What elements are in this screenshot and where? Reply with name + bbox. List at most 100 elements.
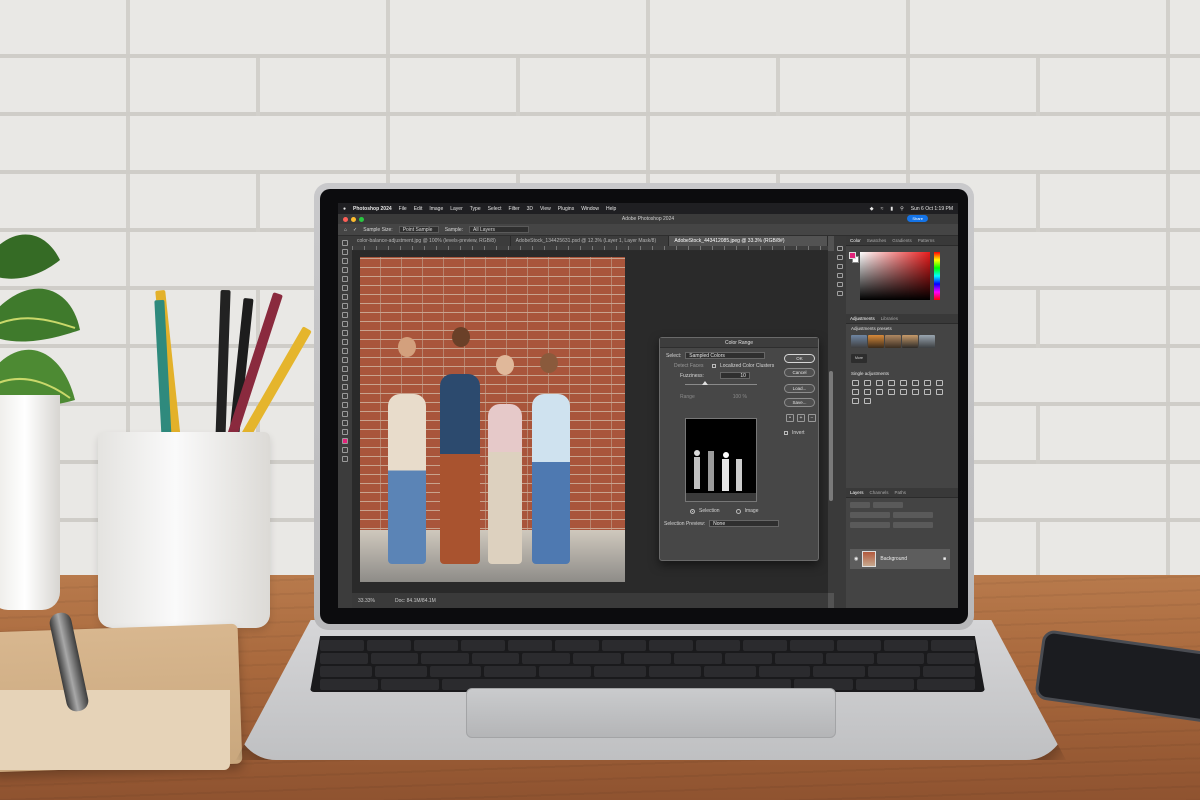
search-icon[interactable]: ⚲ [900,206,904,212]
layer-kind-filter[interactable] [850,502,870,508]
eraser-tool-icon[interactable] [342,339,348,345]
menu-layer[interactable]: Layer [450,206,463,212]
type-tool-icon[interactable] [342,384,348,390]
more-presets-button[interactable]: More [851,354,867,363]
load-button[interactable]: Load... [784,384,815,393]
color-lookup-icon[interactable] [876,389,883,395]
menu-file[interactable]: File [399,206,407,212]
layer-filter-icons[interactable] [873,502,903,508]
menu-window[interactable]: Window [581,206,599,212]
fuzziness-input[interactable]: 10 [719,372,750,379]
tab-color[interactable]: Color [850,238,861,243]
eyedropper-minus-icon[interactable]: − [808,414,816,422]
move-tool-icon[interactable] [342,240,348,246]
tab-layers[interactable]: Layers [850,490,864,495]
hue-slider[interactable] [934,252,940,300]
preset-thumbnail[interactable] [919,335,935,348]
menu-image[interactable]: Image [429,206,443,212]
dropbox-icon[interactable]: ◆ [870,206,874,212]
path-select-icon[interactable] [342,393,348,399]
menu-type[interactable]: Type [470,206,481,212]
solid-color-icon[interactable] [852,398,859,404]
doc-tab[interactable]: AdobeStock_134425631.psd @ 12.3% (Layer … [511,236,670,246]
preset-thumbnail[interactable] [868,335,884,348]
visibility-eye-icon[interactable]: ◉ [854,556,858,562]
save-button[interactable]: Save... [784,398,815,407]
document-photo[interactable] [360,257,625,582]
menubar-clock[interactable]: Sun 6 Oct 1:19 PM [911,206,953,212]
home-icon[interactable]: ⌂ [344,227,347,233]
frame-tool-icon[interactable] [342,285,348,291]
menu-view[interactable]: View [540,206,551,212]
apple-icon[interactable]: ● [343,206,346,212]
invert-icon[interactable] [888,389,895,395]
preset-thumbnail[interactable] [902,335,918,348]
tab-swatches[interactable]: Swatches [867,238,887,243]
layer-name[interactable]: Background [880,556,907,562]
tab-gradients[interactable]: Gradients [892,238,912,243]
screen-mode-icon[interactable] [342,456,348,462]
zoom-tool-icon[interactable] [342,420,348,426]
marquee-tool-icon[interactable] [342,249,348,255]
dodge-tool-icon[interactable] [342,366,348,372]
image-radio[interactable] [735,508,741,514]
photo-filter-icon[interactable] [852,389,859,395]
blend-mode-select[interactable] [850,512,890,518]
ok-button[interactable]: OK [784,354,815,363]
history-brush-icon[interactable] [342,330,348,336]
lasso-tool-icon[interactable] [342,258,348,264]
brush-panel-icon[interactable] [837,264,843,269]
tab-adjustments[interactable]: Adjustments [850,316,875,321]
gradient-tool-icon[interactable] [342,348,348,354]
black-white-icon[interactable] [936,380,943,386]
cancel-button[interactable]: Cancel [784,368,815,377]
selection-radio[interactable] [690,508,695,514]
eyedropper-plus-icon[interactable]: + [797,414,805,422]
shape-tool-icon[interactable] [342,402,348,408]
fill-field[interactable] [893,522,933,528]
exposure-icon[interactable] [888,380,895,386]
fuzziness-slider-thumb[interactable] [702,381,708,385]
lock-icon[interactable]: ■ [943,556,946,562]
quick-mask-icon[interactable] [342,447,348,453]
eyedropper-icon[interactable] [342,294,348,300]
opacity-field[interactable] [893,512,933,518]
preset-thumbnail[interactable] [851,335,867,348]
properties-panel-icon[interactable] [837,255,843,260]
doc-tab[interactable]: color-balance-adjustment.jpg @ 100% (lev… [352,236,511,246]
hand-tool-icon[interactable] [342,411,348,417]
sample-size-select[interactable]: Point Sample [398,226,439,233]
character-panel-icon[interactable] [837,273,843,278]
eyedropper-icon[interactable]: • [786,414,794,422]
pen-tool-icon[interactable] [342,375,348,381]
gradient-fill-icon[interactable] [864,398,871,404]
invert-checkbox[interactable] [784,431,788,435]
tab-patterns[interactable]: Patterns [918,238,935,243]
selection-preview-select[interactable]: None [709,520,780,527]
share-button[interactable]: Share [907,215,928,222]
preset-thumbnail[interactable] [885,335,901,348]
menu-select[interactable]: Select [488,206,502,212]
brightness-contrast-icon[interactable] [852,380,859,386]
tab-paths[interactable]: Paths [895,490,907,495]
app-menu[interactable]: Photoshop 2024 [353,206,392,212]
channel-mixer-icon[interactable] [864,389,871,395]
wifi-icon[interactable]: ≈ [881,206,884,212]
brush-tool-icon[interactable] [342,312,348,318]
posterize-icon[interactable] [900,389,907,395]
paragraph-panel-icon[interactable] [837,282,843,287]
clone-stamp-icon[interactable] [342,321,348,327]
layer-row[interactable]: ◉ Background ■ [850,549,950,569]
canvas-area[interactable]: Color Range Select: Sampled Colors Detec… [352,251,828,593]
lock-icons[interactable] [850,522,890,528]
levels-icon[interactable] [864,380,871,386]
adjustment-presets-heading[interactable]: Adjustments presets [846,324,958,333]
localized-checkbox[interactable] [712,364,716,368]
color-picker-field[interactable] [860,252,930,300]
blur-tool-icon[interactable] [342,357,348,363]
eyedropper-tool-icon[interactable]: ✓ [353,227,357,233]
healing-brush-icon[interactable] [342,303,348,309]
history-panel-icon[interactable] [837,246,843,251]
gradient-map-icon[interactable] [924,389,931,395]
tab-libraries[interactable]: Libraries [881,316,898,321]
